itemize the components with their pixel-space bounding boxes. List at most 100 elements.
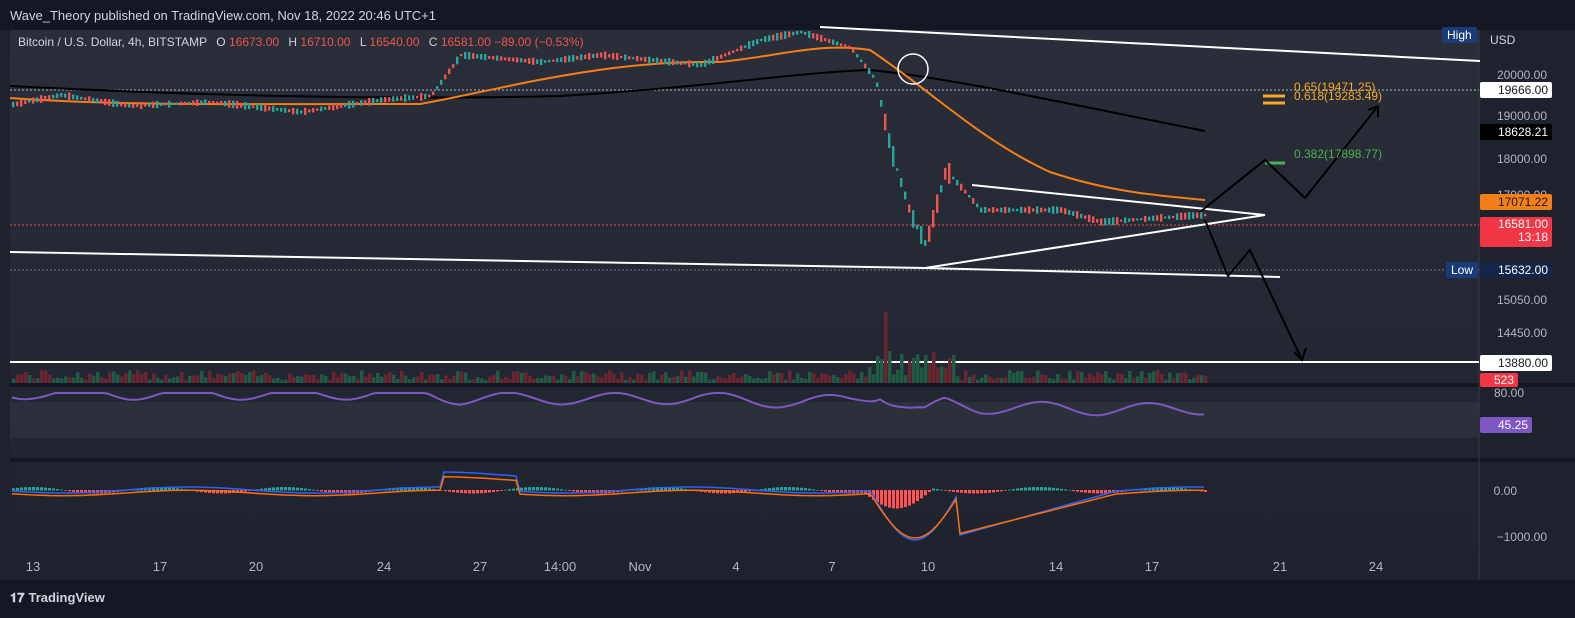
fib-0382-label: 0.382(17898.77): [1294, 147, 1383, 161]
candle: [464, 51, 467, 59]
candle: [528, 58, 531, 64]
candle: [1072, 211, 1075, 216]
volume-bar: [512, 371, 516, 383]
volume-bar: [1012, 372, 1016, 383]
candle: [316, 108, 319, 111]
candle: [260, 104, 263, 111]
volume-bar: [296, 376, 300, 383]
candle: [448, 68, 451, 75]
macd-bar: [944, 490, 947, 491]
candle: [1096, 219, 1099, 223]
fib-0618-label: 0.618(19283.49): [1294, 89, 1383, 103]
volume-bar: [836, 377, 840, 383]
volume-bar: [400, 370, 404, 383]
candle: [828, 39, 831, 43]
volume-bar: [528, 375, 532, 383]
macd-bar: [64, 490, 67, 491]
high-label: H: [288, 35, 298, 49]
volume-bar: [1104, 371, 1108, 383]
volume-bar: [1016, 371, 1020, 383]
volume-bar: [404, 375, 408, 383]
macd-bar: [32, 487, 35, 491]
candle: [100, 98, 103, 104]
macd-bar: [780, 487, 783, 491]
volume-bar: [820, 373, 824, 383]
candle: [1192, 212, 1195, 219]
candle: [196, 99, 199, 106]
volume-bar: [220, 374, 224, 383]
volume-bar: [684, 376, 688, 383]
candle: [872, 74, 875, 78]
volume-bar: [488, 376, 492, 383]
candle: [1196, 212, 1199, 219]
macd-bar: [292, 487, 295, 491]
volume-bar: [124, 373, 128, 383]
volume-bar: [244, 374, 248, 383]
macd-bar: [472, 490, 475, 494]
candle: [280, 107, 283, 112]
candle: [392, 96, 395, 102]
volume-bar: [192, 375, 196, 383]
volume-bar: [208, 371, 212, 383]
candle: [792, 31, 795, 36]
volume-bar: [1060, 378, 1064, 383]
macd-bar: [1020, 487, 1023, 491]
tick-15050: 15050.00: [1496, 293, 1547, 307]
macd-bar: [544, 487, 547, 491]
volume-bar: [316, 379, 320, 383]
macd-bar: [1036, 487, 1039, 491]
candle: [964, 189, 967, 194]
candle: [664, 58, 667, 65]
candle: [1044, 208, 1047, 212]
candle: [36, 97, 39, 103]
candle: [932, 209, 935, 228]
volume-bar: [592, 373, 596, 383]
volume-bar: [1124, 378, 1128, 383]
candle: [292, 107, 295, 115]
candle: [324, 107, 327, 110]
volume-bar: [964, 370, 968, 383]
candle: [232, 100, 235, 109]
volume-bar: [816, 378, 820, 383]
volume-bar: [1040, 374, 1044, 383]
volume-bar: [280, 379, 284, 383]
candle: [276, 107, 279, 111]
candle: [20, 99, 23, 107]
currency-label[interactable]: USD: [1490, 33, 1515, 47]
volume-bar: [1004, 377, 1008, 383]
candle: [896, 168, 899, 171]
tradingview-logo[interactable]: 𝟏𝟕 TradingView: [10, 590, 105, 606]
candle: [1076, 211, 1079, 219]
candle: [920, 226, 923, 244]
macd-bar: [272, 487, 275, 491]
volume-bar: [440, 379, 444, 383]
candle: [16, 101, 19, 107]
macd-bar: [72, 490, 75, 492]
volume-bar: [60, 378, 64, 383]
tick-macd-1000: −1000.00: [1496, 530, 1547, 544]
macd-bar: [308, 489, 311, 491]
volume-bar: [932, 352, 936, 383]
macd-bar: [896, 490, 899, 509]
candle: [688, 60, 691, 68]
tag-orange-ma: 17071.22: [1480, 194, 1552, 210]
candlestick-series: [12, 30, 1207, 246]
symbol-title[interactable]: Bitcoin / U.S. Dollar, 4h, BITSTAMP: [18, 35, 207, 49]
volume-bar: [540, 377, 544, 383]
candle: [460, 53, 463, 57]
volume-bar: [472, 379, 476, 383]
volume-bar: [120, 376, 124, 383]
volume-bar: [260, 374, 264, 383]
candle: [836, 41, 839, 46]
volume-bar: [468, 379, 472, 383]
candle: [780, 32, 783, 40]
volume-bar: [1196, 374, 1200, 383]
tick-20000: 20000.00: [1496, 68, 1547, 82]
macd-bar: [464, 490, 467, 494]
volume-bar: [344, 373, 348, 383]
macd-bar: [880, 490, 883, 505]
volume-bar: [352, 375, 356, 383]
candle: [740, 45, 743, 52]
volume-bar: [956, 376, 960, 383]
candle: [1176, 213, 1179, 220]
